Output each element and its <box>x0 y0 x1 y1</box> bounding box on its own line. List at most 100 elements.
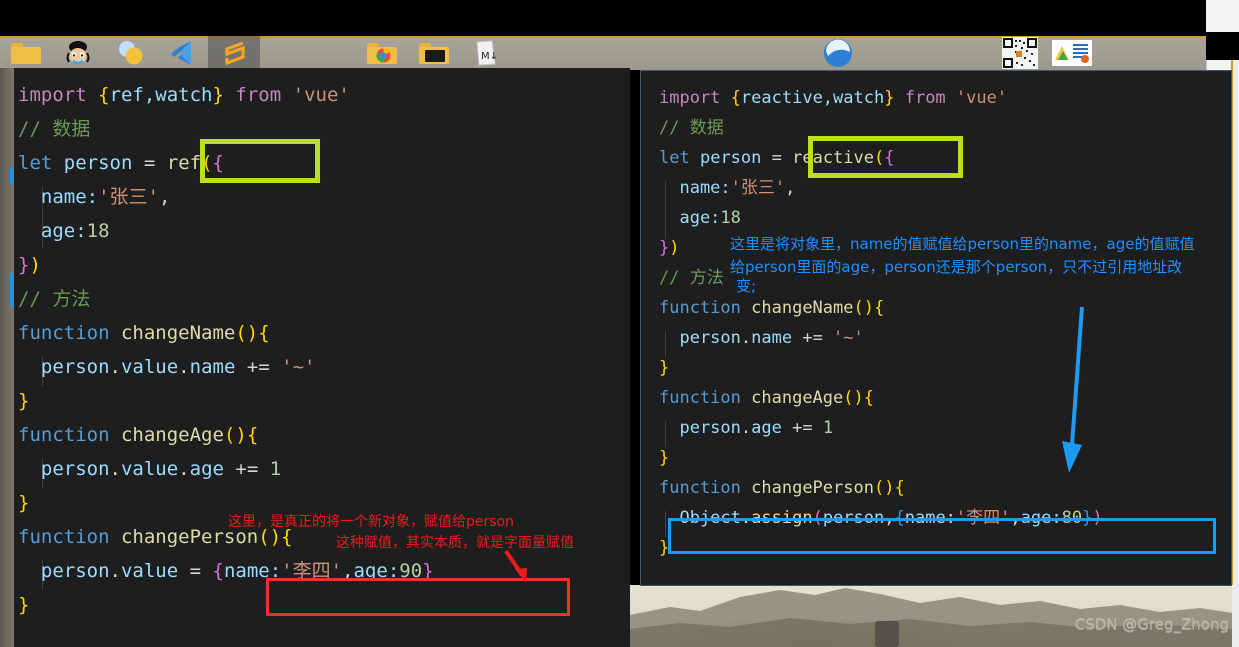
code-token: 18 <box>86 220 110 242</box>
code-token: name: <box>659 178 731 198</box>
code-token: value <box>120 356 179 378</box>
code-token: changeName <box>751 298 854 318</box>
code-token: . <box>178 356 190 378</box>
code-token: += <box>781 418 823 438</box>
code-token: function <box>18 322 110 344</box>
code-token: age: <box>18 220 87 242</box>
code-token: changeAge <box>751 388 844 408</box>
code-line: } <box>18 384 434 418</box>
qr-code-icon <box>1002 37 1038 69</box>
taskbar-item-folder[interactable] <box>0 36 52 70</box>
code-line: // 数据 <box>18 112 434 146</box>
code-token: ) <box>669 238 680 258</box>
code-token: () <box>853 298 874 318</box>
code-token: ( <box>874 148 885 168</box>
code-token: } <box>212 84 224 106</box>
code-token: 90 <box>399 560 423 582</box>
taskbar-item-markdown[interactable]: M↓ <box>460 36 512 70</box>
taskbar-item-sublime[interactable] <box>208 36 260 70</box>
code-token: () <box>235 322 259 344</box>
annotation-blue-line-2: 给person里面的age，person还是那个person，只不过引用地址改 <box>730 258 1183 276</box>
code-token: function <box>659 478 741 498</box>
code-token: person <box>18 356 110 378</box>
code-token: } <box>18 390 30 412</box>
code-token: import <box>18 84 87 106</box>
cursor-marker-active <box>10 273 14 307</box>
code-line: function changeAge(){ <box>659 383 1103 413</box>
code-token: person <box>659 328 741 348</box>
code-token: . <box>178 458 190 480</box>
annotation-blue-line-3: 变; <box>736 277 757 295</box>
reactive-code-text[interactable]: import {reactive,watch} from 'vue'// 数据 l… <box>659 83 1103 563</box>
screen: B 加粗 le c ✎ 48 ✎ 05 六 CSDN @Greg_Zhong <box>0 0 1239 647</box>
code-token: // 方法 <box>659 268 724 288</box>
code-token: } <box>659 358 670 378</box>
code-line: } <box>659 353 1103 383</box>
folder-icon <box>11 42 41 64</box>
code-line: function changeAge(){ <box>18 418 434 452</box>
code-line: person.age += 1 <box>659 413 1103 443</box>
code-token: changeName <box>120 322 236 344</box>
reactive-editor-panel[interactable]: import {reactive,watch} from 'vue'// 数据 l… <box>640 70 1232 586</box>
taskbar-item-office[interactable] <box>1046 36 1098 70</box>
taskbar-item-vscode[interactable] <box>156 36 208 70</box>
code-token: } <box>884 88 895 108</box>
vscode-icon <box>171 41 191 65</box>
code-token: { <box>98 84 110 106</box>
code-token: { <box>873 298 885 318</box>
code-token: () <box>223 424 247 446</box>
taskbar-item-chrome-folder[interactable] <box>356 36 408 70</box>
code-token: 18 <box>720 208 741 228</box>
code-token: // 数据 <box>18 118 91 140</box>
code-line: } <box>659 443 1103 473</box>
code-token: // 数据 <box>659 118 724 138</box>
code-token: changeAge <box>120 424 224 446</box>
code-token: // 方法 <box>18 288 91 310</box>
code-token: } <box>18 492 30 514</box>
annotation-blue-line-1: 这里是将对象里，name的值赋值给person里的name，age的值赋值 <box>730 235 1195 253</box>
code-token: reactive,watch <box>740 88 885 108</box>
taskbar-item-wechat[interactable] <box>104 36 156 70</box>
code-token: changePerson <box>751 478 874 498</box>
wechat-icon <box>119 41 143 65</box>
code-token: , <box>1010 508 1021 528</box>
code-token: age: <box>1020 508 1062 528</box>
code-token: += <box>235 356 282 378</box>
sublime-text-icon <box>225 41 245 66</box>
code-token: { <box>258 322 270 344</box>
code-token: 'vue' <box>955 88 1008 108</box>
csdn-watermark: CSDN @Greg_Zhong <box>1074 615 1229 633</box>
code-token: { <box>246 424 259 446</box>
taskbar-item-terminal-folder[interactable] <box>408 36 460 70</box>
code-token: person <box>659 418 741 438</box>
code-token: '~' <box>833 328 864 348</box>
blue-arrow-icon <box>1062 306 1084 473</box>
code-line: person.value.age += 1 <box>18 452 434 486</box>
taskbar-item-qrcode[interactable] <box>994 36 1046 70</box>
code-token: . <box>740 418 752 438</box>
code-token: value <box>120 560 179 582</box>
code-token: () <box>873 478 895 498</box>
code-line: person.value = {name:'李四',age:90} <box>18 554 434 588</box>
taskbar-item-edge[interactable] <box>812 36 864 70</box>
taskbar-item-qq[interactable] <box>52 36 104 70</box>
code-token: , <box>785 178 796 198</box>
code-line: name:'张三', <box>659 173 1103 203</box>
code-line: name:'张三', <box>18 180 434 214</box>
code-token: { <box>894 508 905 528</box>
code-line: function changeName(){ <box>18 316 434 350</box>
folder-terminal-icon <box>419 42 449 64</box>
code-line: function changeName(){ <box>659 293 1103 323</box>
code-token: += <box>223 458 270 480</box>
code-token: } <box>659 238 670 258</box>
code-token: '李四' <box>955 508 1011 528</box>
code-token: } <box>18 594 30 616</box>
code-token: function <box>659 388 741 408</box>
